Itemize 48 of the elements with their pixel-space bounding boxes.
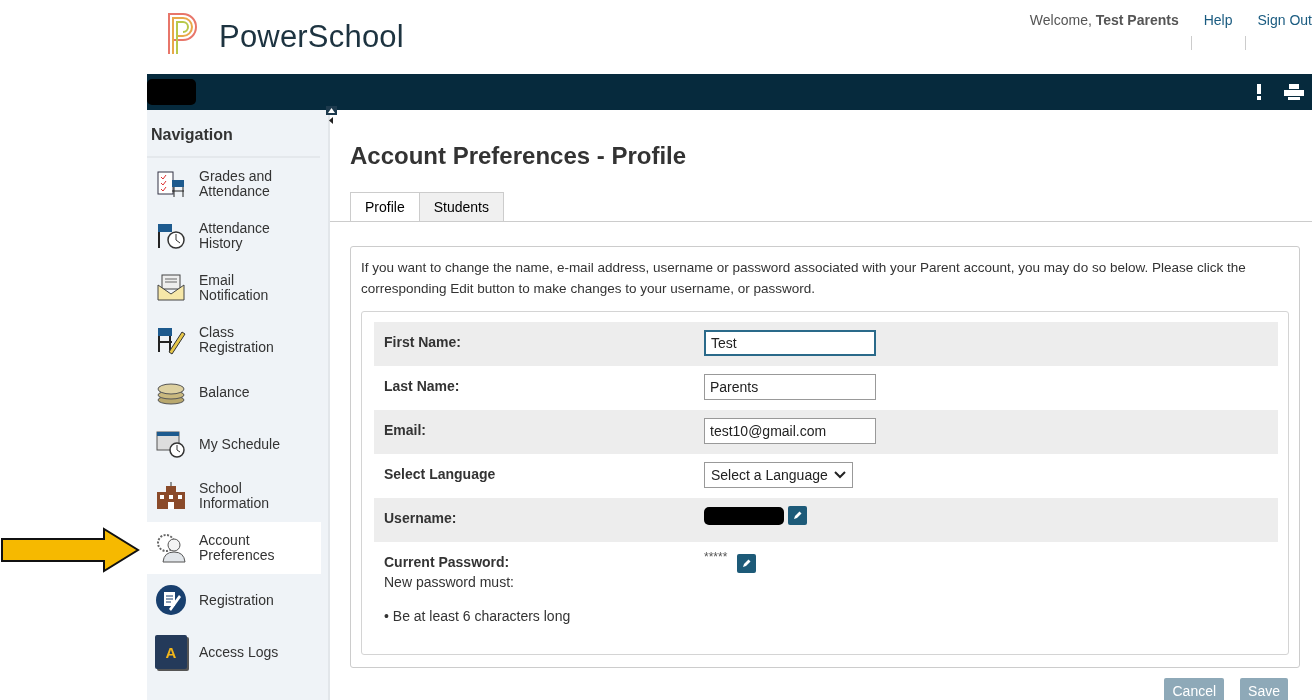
navigation-heading: Navigation — [147, 126, 320, 158]
edit-button[interactable] — [737, 554, 757, 573]
nav-item[interactable]: Class Registration — [147, 314, 321, 366]
tab[interactable]: Profile — [350, 192, 420, 222]
school-building-icon — [155, 480, 187, 512]
field-label: Last Name: — [384, 377, 460, 394]
brand-name: PowerSchool — [219, 19, 404, 55]
chevron-down-icon — [833, 471, 846, 479]
language-select[interactable]: Select a Language — [704, 462, 853, 488]
gradebook-icon — [155, 168, 187, 200]
nav-item[interactable]: A Access Logs — [147, 626, 321, 678]
welcome-text: Welcome, Test Parents — [1029, 12, 1179, 30]
intro-text: If you want to change the name, e-mail address, username or password associated with your Parent account, you may do so below. Please click the corresponding Edit button to make changes to your username, or password. — [361, 259, 1247, 298]
field-label: Select Language — [384, 465, 496, 482]
field-label: First Name: — [384, 333, 462, 350]
field-label: Username: — [384, 509, 457, 526]
nav-item[interactable]: Registration — [147, 574, 321, 626]
text-field[interactable]: test10@gmail.com — [704, 418, 876, 444]
sign-out-link[interactable]: Sign Out — [1257, 12, 1312, 74]
nav-item[interactable]: Grades and Attendance — [147, 158, 321, 210]
document-pencil-icon — [155, 584, 187, 616]
tab[interactable]: Students — [418, 192, 504, 222]
masked-password: ***** — [704, 550, 728, 564]
edit-button[interactable] — [788, 506, 807, 525]
text-field[interactable]: Parents — [704, 374, 876, 400]
printer-icon[interactable] — [1284, 84, 1304, 100]
password-rule: • Be at least 6 characters long — [384, 608, 571, 624]
pencil-icon — [741, 558, 753, 569]
pencil-icon — [792, 510, 803, 521]
text-field[interactable]: Test — [704, 330, 876, 356]
collapse-up-icon[interactable] — [326, 106, 337, 115]
book-icon: A — [155, 635, 187, 669]
redacted-block — [147, 79, 196, 105]
nav-item[interactable]: Account Preferences — [147, 522, 321, 574]
envelope-icon — [155, 272, 187, 304]
nav-item[interactable]: Balance — [147, 366, 321, 418]
help-link[interactable]: Help — [1203, 12, 1233, 74]
nav-item[interactable]: My Schedule — [147, 418, 321, 470]
nav-item[interactable]: Attendance History — [147, 210, 321, 262]
calendar-clock-icon — [155, 428, 187, 460]
nav-item[interactable]: School Information — [147, 470, 321, 522]
nav-item[interactable]: Email Notification — [147, 262, 321, 314]
alert-icon[interactable] — [1256, 84, 1262, 100]
user-gear-icon — [155, 532, 187, 564]
password-note: New password must: — [384, 574, 515, 590]
field-label: Email: — [384, 421, 426, 438]
field-label: Current Password: — [384, 553, 511, 570]
page-title: Account Preferences - Profile — [350, 142, 688, 170]
